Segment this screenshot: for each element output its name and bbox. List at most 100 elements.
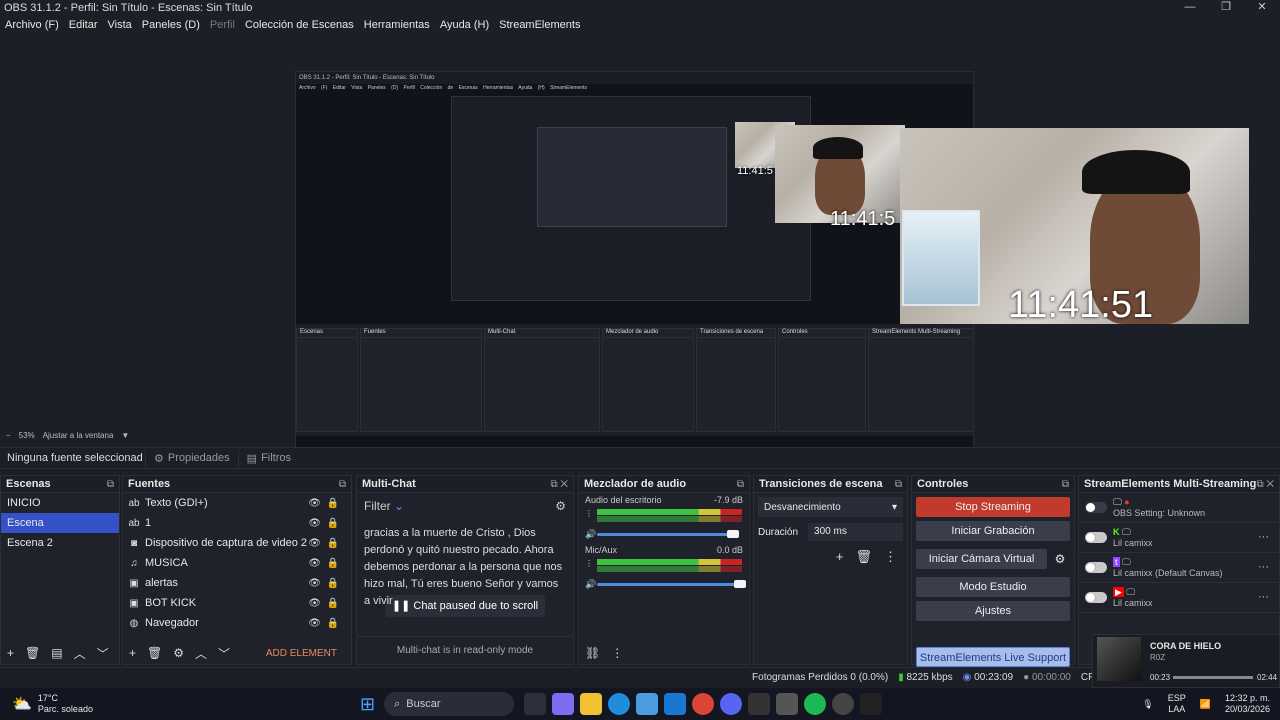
close-icon[interactable]: ⧉ ✕ [550, 479, 568, 490]
undock-icon[interactable]: ⧉ [107, 479, 114, 490]
chevron-down-icon[interactable]: ▼ [121, 431, 129, 440]
menu-edit[interactable]: Editar [64, 19, 103, 31]
file-explorer-icon[interactable] [580, 693, 603, 715]
menu-dots-icon[interactable]: ··· [1258, 561, 1269, 573]
chevron-down-icon[interactable]: ﹀ [97, 645, 109, 662]
toggle-switch[interactable] [1085, 562, 1107, 573]
volume-knob[interactable] [734, 580, 746, 588]
menu-docks[interactable]: Paneles (D) [137, 19, 205, 31]
volume-slider[interactable] [597, 533, 735, 536]
zoom-out-button[interactable]: − [6, 431, 11, 440]
app-icon[interactable] [860, 693, 883, 715]
trash-icon[interactable]: 🗑 [147, 646, 162, 660]
trash-icon[interactable]: 🗑 [25, 646, 40, 660]
menu-scene-collection[interactable]: Colección de Escenas [240, 19, 359, 31]
gear-icon[interactable]: ⚙ [173, 646, 184, 660]
menu-dots-icon[interactable]: ⋮ [611, 646, 623, 660]
search-box[interactable]: ⌕ Buscar [384, 692, 515, 716]
speaker-icon[interactable]: 🔊 [585, 579, 596, 590]
config-icon[interactable]: ⋮ [585, 509, 593, 518]
progress-bar[interactable] [1173, 676, 1253, 679]
undock-icon[interactable]: ⧉ [895, 479, 902, 490]
eye-icon[interactable]: 👁 [308, 558, 321, 569]
properties-button[interactable]: ⚙ Propiedades [145, 449, 238, 467]
start-recording-button[interactable]: Iniciar Grabación [916, 521, 1070, 541]
virtual-camera-button[interactable]: Iniciar Cámara Virtual [916, 549, 1047, 569]
close-button[interactable]: ✕ [1244, 0, 1280, 15]
source-item[interactable]: ◍ Navegador 👁 🔒 [123, 613, 351, 633]
add-icon[interactable]: + [129, 646, 136, 660]
menu-tools[interactable]: Herramientas [359, 19, 435, 31]
volume-slider[interactable] [597, 583, 742, 586]
duration-input[interactable]: 300 ms [808, 523, 903, 541]
eye-icon[interactable]: 👁 [308, 598, 321, 609]
menu-dots-icon[interactable]: ⋮ [884, 549, 897, 565]
language-indicator[interactable]: ESP LAA [1168, 693, 1186, 715]
task-view-icon[interactable] [524, 693, 547, 715]
lock-icon[interactable]: 🔒 [327, 498, 339, 509]
menu-view[interactable]: Vista [103, 19, 137, 31]
menu-file[interactable]: Archivo (F) [0, 19, 64, 31]
eye-icon[interactable]: 👁 [308, 518, 321, 529]
undock-icon[interactable]: ⧉ [737, 479, 744, 490]
spotify-icon[interactable] [804, 693, 827, 715]
lock-icon[interactable]: 🔒 [327, 558, 339, 569]
obs-icon[interactable] [832, 693, 855, 715]
chevron-up-icon[interactable]: ︿ [195, 645, 207, 662]
filter-dropdown[interactable]: Filter ⌄ [364, 499, 404, 513]
weather-widget[interactable]: ⛅ 17°C Parc. soleado [0, 693, 360, 715]
zoom-mode[interactable]: Ajustar a la ventana [43, 431, 114, 440]
copilot-icon[interactable] [552, 693, 575, 715]
lock-icon[interactable]: 🔒 [327, 518, 339, 529]
clock[interactable]: 12:32 p. m. 20/03/2026 [1225, 693, 1270, 715]
se-live-support-button[interactable]: StreamElements Live Support [916, 647, 1070, 667]
outlook-icon[interactable] [664, 693, 687, 715]
transition-select[interactable]: Desvanecimiento ▾ [758, 497, 903, 517]
filters-button[interactable]: ▤ Filtros [237, 449, 299, 467]
close-icon[interactable]: ⧉ ✕ [1256, 479, 1274, 490]
eye-icon[interactable]: 👁 [308, 618, 321, 629]
toggle-switch[interactable] [1085, 532, 1107, 543]
menu-dots-icon[interactable]: ··· [1258, 531, 1269, 543]
eye-icon[interactable]: 👁 [308, 538, 321, 549]
eye-icon[interactable]: 👁 [308, 578, 321, 589]
menu-streamelements[interactable]: StreamElements [494, 19, 585, 31]
undock-icon[interactable]: ⧉ [339, 479, 346, 490]
scene-item[interactable]: INICIO [1, 493, 119, 513]
maximize-button[interactable]: ❐ [1208, 0, 1244, 15]
lock-icon[interactable]: 🔒 [327, 598, 339, 609]
volume-knob[interactable] [726, 530, 739, 538]
speaker-icon[interactable]: 🔊 [585, 529, 596, 540]
trash-icon[interactable]: 🗑 [855, 549, 872, 565]
windows-start-icon[interactable]: ⊞ [360, 694, 375, 715]
discord-icon[interactable] [720, 693, 743, 715]
source-item[interactable]: ♫ MUSICA 👁 🔒 [123, 553, 351, 573]
config-icon[interactable]: ⋮ [585, 559, 593, 568]
gear-icon[interactable]: ⚙ [555, 499, 566, 513]
menu-dots-icon[interactable]: ··· [1258, 591, 1269, 603]
scene-item[interactable]: Escena 2 [1, 533, 119, 553]
app-icon[interactable] [748, 693, 771, 715]
toggle-switch[interactable] [1085, 502, 1107, 513]
lock-icon[interactable]: 🔒 [327, 618, 339, 629]
source-item[interactable]: ▣ BOT KICK 👁 🔒 [123, 593, 351, 613]
scene-item-selected[interactable]: Escena [1, 513, 119, 533]
add-icon[interactable]: + [836, 549, 844, 565]
source-item[interactable]: ab Texto (GDI+) 👁 🔒 [123, 493, 351, 513]
link-icon[interactable]: ⛓ [585, 646, 600, 660]
toggle-switch[interactable] [1085, 592, 1107, 603]
settings-button[interactable]: Ajustes [916, 601, 1070, 621]
source-item[interactable]: ◙ Dispositivo de captura de video 2 👁 🔒 [123, 533, 351, 553]
filter-icon[interactable]: ▤ [51, 646, 62, 660]
chrome-icon[interactable] [692, 693, 715, 715]
wifi-icon[interactable]: 📶 [1200, 699, 1211, 710]
app-icon[interactable] [776, 693, 799, 715]
add-element-button[interactable]: ADD ELEMENT [266, 648, 337, 659]
mic-icon[interactable]: 🎙 [1142, 699, 1153, 710]
studio-mode-button[interactable]: Modo Estudio [916, 577, 1070, 597]
lock-icon[interactable]: 🔒 [327, 538, 339, 549]
gear-icon[interactable]: ⚙ [1050, 552, 1070, 566]
menu-profile[interactable]: Perfil [205, 19, 240, 31]
edge-icon[interactable] [608, 693, 631, 715]
lock-icon[interactable]: 🔒 [327, 578, 339, 589]
